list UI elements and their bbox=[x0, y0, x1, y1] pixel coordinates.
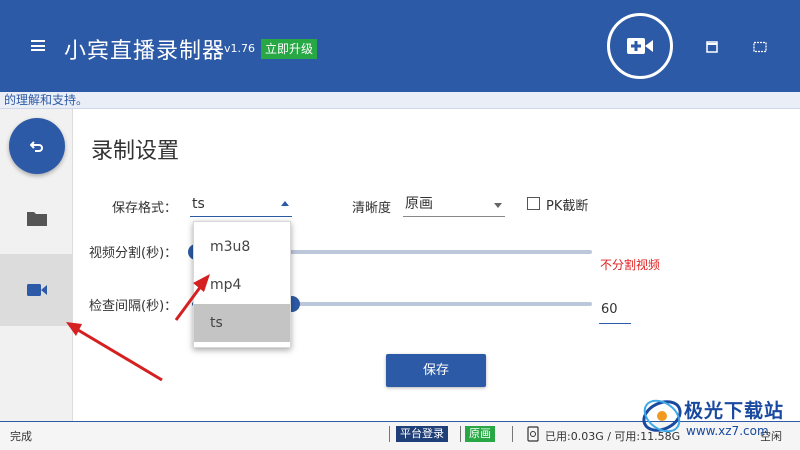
quality-value: 原画 bbox=[405, 196, 433, 212]
dropdown-option-m3u8[interactable]: m3u8 bbox=[194, 228, 290, 266]
pk-label: PK截断 bbox=[546, 199, 589, 214]
window-maximize-button[interactable] bbox=[753, 38, 767, 53]
caret-up-icon bbox=[281, 201, 289, 206]
notice-marquee: 的理解和支持。 bbox=[0, 92, 800, 109]
split-note: 不分割视频 bbox=[600, 258, 661, 272]
interval-label: 检查间隔(秒)： bbox=[89, 299, 178, 314]
split-label: 视频分割(秒)： bbox=[89, 246, 178, 261]
watermark-text: 极光下载站 bbox=[684, 400, 785, 422]
video-icon bbox=[26, 284, 47, 296]
window-maximize-icon bbox=[753, 41, 767, 53]
watermark-logo-icon bbox=[642, 399, 682, 433]
quality-badge: 原画 bbox=[465, 426, 495, 442]
save-button[interactable]: 保存 bbox=[386, 354, 486, 387]
add-video-icon bbox=[627, 38, 653, 54]
watermark-url: www.xz7.com bbox=[686, 424, 769, 438]
status-divider bbox=[460, 426, 461, 442]
sidebar bbox=[0, 109, 73, 421]
back-icon bbox=[30, 141, 43, 152]
app-header: 小宾直播录制器 v1.76 立即升级 bbox=[0, 0, 800, 92]
back-button[interactable] bbox=[9, 118, 65, 174]
pk-checkbox[interactable] bbox=[527, 197, 540, 210]
window-restore-icon bbox=[706, 41, 718, 53]
upgrade-button[interactable]: 立即升级 bbox=[261, 39, 318, 59]
window-restore-button[interactable] bbox=[705, 38, 719, 53]
platform-login-button[interactable]: 平台登录 bbox=[396, 426, 448, 442]
status-divider bbox=[512, 426, 513, 442]
sidebar-item-record[interactable] bbox=[0, 254, 73, 326]
quality-label: 清晰度 bbox=[352, 201, 392, 216]
caret-down-icon bbox=[494, 203, 502, 208]
app-title: 小宾直播录制器 bbox=[64, 39, 226, 64]
app-version: v1.76 bbox=[224, 42, 256, 55]
settings-panel: 录制设置 保存格式： ts 清晰度 原画 PK截断 视频分割(秒)： 不分割视频… bbox=[74, 109, 800, 421]
disk-icon bbox=[527, 426, 539, 442]
add-recording-button[interactable] bbox=[607, 13, 673, 79]
page-title: 录制设置 bbox=[91, 139, 180, 164]
quality-select[interactable]: 原画 bbox=[403, 191, 505, 217]
interval-input[interactable]: 60 bbox=[599, 296, 631, 324]
status-divider bbox=[389, 426, 390, 442]
sidebar-item-folder[interactable] bbox=[0, 195, 73, 241]
dropdown-option-ts[interactable]: ts bbox=[194, 304, 290, 342]
status-text: 完成 bbox=[10, 430, 32, 443]
format-label: 保存格式： bbox=[112, 201, 178, 216]
format-select[interactable]: ts bbox=[190, 191, 292, 217]
format-dropdown-menu: m3u8 mp4 ts bbox=[193, 221, 291, 348]
menu-icon[interactable] bbox=[31, 40, 45, 51]
format-value: ts bbox=[192, 196, 205, 212]
watermark: 极光下载站 www.xz7.com bbox=[640, 390, 800, 450]
dropdown-option-mp4[interactable]: mp4 bbox=[194, 266, 290, 304]
folder-icon bbox=[26, 212, 47, 226]
